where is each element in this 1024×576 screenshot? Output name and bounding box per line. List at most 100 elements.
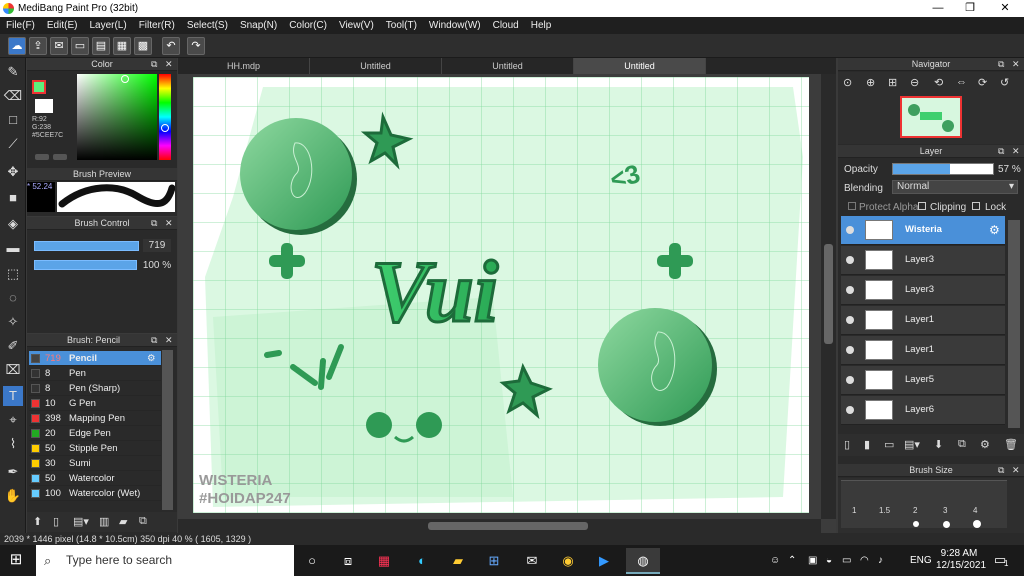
close-panel-icon[interactable]: ✕ xyxy=(165,58,173,71)
eye-icon[interactable] xyxy=(846,406,854,414)
brush-item[interactable]: 719 Pencil ⚙ xyxy=(29,351,161,366)
brush-item[interactable]: 10 G Pen xyxy=(29,396,161,411)
new-brush-icon[interactable]: ▯ xyxy=(53,515,59,528)
menu-cloud[interactable]: Cloud xyxy=(487,17,525,31)
drawing-canvas[interactable]: <3 Vui WISTERIA #HOIDAP247 xyxy=(193,77,809,513)
brush-item[interactable]: 30 Sumi xyxy=(29,456,161,471)
popout-icon[interactable]: ⧉ xyxy=(151,217,157,230)
brush-size-slider[interactable] xyxy=(34,241,139,251)
brush-size-1[interactable]: 1 xyxy=(852,506,856,515)
gallery-icon[interactable]: ▦ xyxy=(113,37,131,55)
new-layer-icon[interactable]: ▯ xyxy=(844,438,850,451)
new-halftone-layer-icon[interactable]: ▮ xyxy=(864,438,870,451)
cloud-icon[interactable]: ☁ xyxy=(8,37,26,55)
microsoft-store-icon[interactable]: ⊞ xyxy=(484,551,504,571)
zoom-in-icon[interactable]: ⊕ xyxy=(866,76,875,89)
tray-people-icon[interactable]: ☺ xyxy=(770,555,780,566)
brush-size-4[interactable]: 4 xyxy=(973,506,977,515)
close-panel-icon[interactable]: ✕ xyxy=(1012,145,1020,158)
pen-hand-tool-icon[interactable]: ✒ xyxy=(3,462,23,482)
popout-icon[interactable]: ⧉ xyxy=(998,145,1004,158)
color-mode-button[interactable] xyxy=(35,154,49,160)
grid-icon[interactable]: ▩ xyxy=(134,37,152,55)
menu-help[interactable]: Help xyxy=(525,17,558,31)
taskbar-search-box[interactable]: ⌕ Type here to search xyxy=(36,545,294,576)
brush-size-3[interactable]: 3 xyxy=(943,506,947,515)
tray-app-icon[interactable]: ▣ xyxy=(808,555,817,566)
layer-row[interactable]: Layer5 xyxy=(841,366,1005,395)
menu-snap[interactable]: Snap(N) xyxy=(234,17,283,31)
gradient-tool-icon[interactable]: ▬ xyxy=(3,238,23,258)
windows-start-icon[interactable]: ⊞ xyxy=(6,550,26,570)
rotate-left-icon[interactable]: ⟲ xyxy=(934,76,943,89)
maximize-button[interactable]: ❐ xyxy=(955,0,985,17)
fill-rect-tool-icon[interactable]: ■ xyxy=(3,188,23,208)
brush-menu-icon[interactable]: ▤▾ xyxy=(73,515,89,528)
horizontal-scroll-thumb[interactable] xyxy=(428,522,588,530)
rectangle-tool-icon[interactable]: □ xyxy=(3,110,23,130)
rotate-right-icon[interactable]: ⟳ xyxy=(978,76,987,89)
document-icon[interactable]: ▤ xyxy=(92,37,110,55)
eye-icon[interactable] xyxy=(846,376,854,384)
close-panel-icon[interactable]: ✕ xyxy=(1012,464,1020,477)
brush-tool-icon[interactable]: ⟋ xyxy=(3,134,23,154)
protect-alpha-checkbox[interactable] xyxy=(848,202,856,210)
brush-item[interactable]: 398 Mapping Pen xyxy=(29,411,161,426)
layer-row[interactable]: Layer1 xyxy=(841,336,1005,365)
tray-battery-icon[interactable]: ▭ xyxy=(842,555,851,566)
menu-color[interactable]: Color(C) xyxy=(283,17,333,31)
clipping-checkbox[interactable] xyxy=(918,202,926,210)
brush-copy-icon[interactable]: ⧉ xyxy=(139,515,147,528)
minimize-button[interactable]: — xyxy=(923,0,953,17)
eyedropper-tool-icon[interactable]: ⌇ xyxy=(3,434,23,454)
select-rect-tool-icon[interactable]: ⬚ xyxy=(3,264,23,284)
brush-size-2[interactable]: 2 xyxy=(913,506,917,515)
add-brush-icon[interactable]: ⬆ xyxy=(33,515,42,528)
layer-row[interactable]: Layer1 xyxy=(841,306,1005,335)
secondary-color-swatch[interactable] xyxy=(35,99,53,113)
brush-settings-icon[interactable]: ▥ xyxy=(99,515,109,528)
comment-icon[interactable]: ▭ xyxy=(71,37,89,55)
select-pen-tool-icon[interactable]: ✐ xyxy=(3,336,23,356)
undo-icon[interactable]: ↶ xyxy=(162,37,180,55)
brush-folder-icon[interactable]: ▰ xyxy=(119,515,127,528)
operation-tool-icon[interactable]: ⌖ xyxy=(3,410,23,430)
gear-icon[interactable]: ⚙ xyxy=(147,351,156,366)
pen-tool-icon[interactable]: ✎ xyxy=(3,62,23,82)
tray-chevron-icon[interactable]: ⌃ xyxy=(788,555,796,566)
layer-list-scrollbar[interactable] xyxy=(1008,220,1020,428)
move-tool-icon[interactable]: ✥ xyxy=(3,162,23,182)
brush-opacity-value[interactable]: 100 % xyxy=(141,259,173,272)
chat-icon[interactable]: ✉ xyxy=(50,37,68,55)
close-panel-icon[interactable]: ✕ xyxy=(1012,58,1020,71)
close-button[interactable]: ✕ xyxy=(990,0,1020,17)
file-explorer-icon[interactable]: ▰ xyxy=(448,551,468,571)
brush-list-scrollbar[interactable] xyxy=(162,350,173,510)
office-icon[interactable]: ▦ xyxy=(374,551,394,571)
layer-row[interactable]: Layer3 xyxy=(841,246,1005,275)
eye-icon[interactable] xyxy=(846,226,854,234)
select-eraser-tool-icon[interactable]: ⌧ xyxy=(3,360,23,380)
text-tool-icon[interactable]: T xyxy=(3,386,23,406)
brush-size-value[interactable]: 719 xyxy=(143,239,171,252)
zoom-app-icon[interactable]: ▶ xyxy=(594,551,614,571)
gear-icon[interactable]: ⚙ xyxy=(989,223,1000,237)
taskbar-clock[interactable]: 9:28 AM 12/15/2021 xyxy=(936,548,986,572)
layer-opacity-slider[interactable] xyxy=(892,163,994,175)
menu-file[interactable]: File(F) xyxy=(0,17,41,31)
hue-slider[interactable] xyxy=(159,74,171,160)
hand-tool-icon[interactable]: ✋ xyxy=(3,486,23,506)
delete-layer-icon[interactable]: 🗑 xyxy=(1004,438,1018,451)
task-view-icon[interactable]: ⧈ xyxy=(338,551,358,571)
medibang-taskbar-button[interactable]: ◍ xyxy=(626,548,660,574)
brush-item[interactable]: 8 Pen xyxy=(29,366,161,381)
upload-icon[interactable]: ⇪ xyxy=(29,37,47,55)
hue-cursor[interactable] xyxy=(161,124,169,132)
chrome-icon[interactable]: ◉ xyxy=(558,551,578,571)
layer-settings-icon[interactable]: ⚙ xyxy=(980,438,990,451)
menu-layer[interactable]: Layer(L) xyxy=(83,17,132,31)
color-swap-button[interactable] xyxy=(53,154,67,160)
menu-select[interactable]: Select(S) xyxy=(181,17,234,31)
popout-icon[interactable]: ⧉ xyxy=(151,58,157,71)
flip-icon[interactable]: ⇔ xyxy=(956,76,967,88)
